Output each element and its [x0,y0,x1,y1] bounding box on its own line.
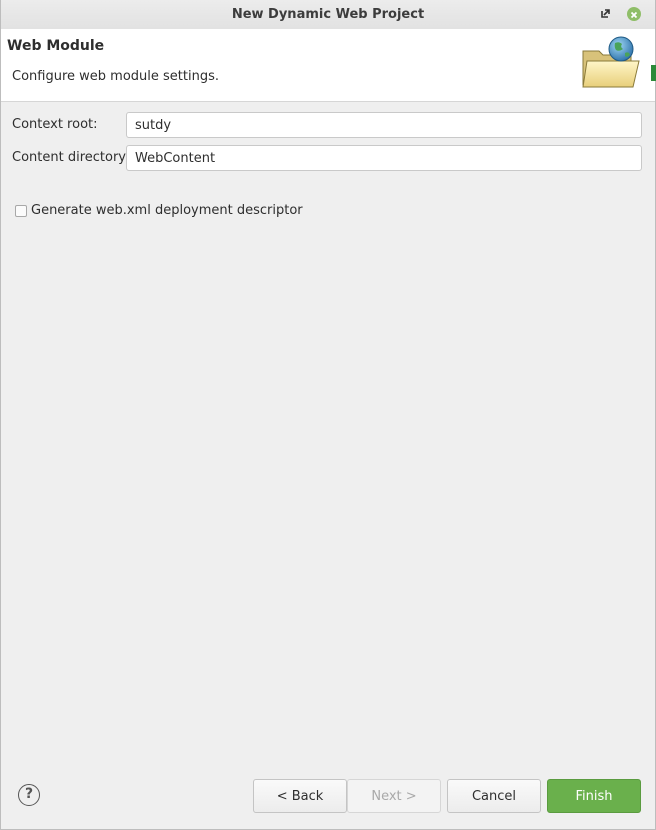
content-directory-input[interactable] [126,145,642,171]
generate-web-xml-option[interactable]: Generate web.xml deployment descriptor [15,203,303,218]
generate-web-xml-checkbox[interactable] [15,204,27,217]
window-title: New Dynamic Web Project [231,7,425,22]
close-icon [630,11,638,19]
dialog-window: New Dynamic Web Project Web Module Confi… [0,0,656,830]
web-folder-icon [582,36,640,88]
finish-button[interactable]: Finish [547,779,641,813]
page-title: Web Module [7,38,105,54]
edge-accent [651,65,656,81]
context-root-input[interactable] [126,112,642,138]
back-button[interactable]: < Back [253,779,347,813]
close-button[interactable] [627,7,641,21]
cancel-button[interactable]: Cancel [447,779,541,813]
restore-icon[interactable] [599,8,611,20]
wizard-header: Web Module Configure web module settings… [1,29,655,102]
help-icon[interactable]: ? [18,784,40,806]
generate-web-xml-label: Generate web.xml deployment descriptor [31,203,303,218]
context-root-label: Context root: [12,117,98,132]
title-bar: New Dynamic Web Project [1,0,655,30]
next-button: Next > [347,779,441,813]
content-directory-label: Content directory: [12,150,130,165]
page-description: Configure web module settings. [12,69,219,84]
